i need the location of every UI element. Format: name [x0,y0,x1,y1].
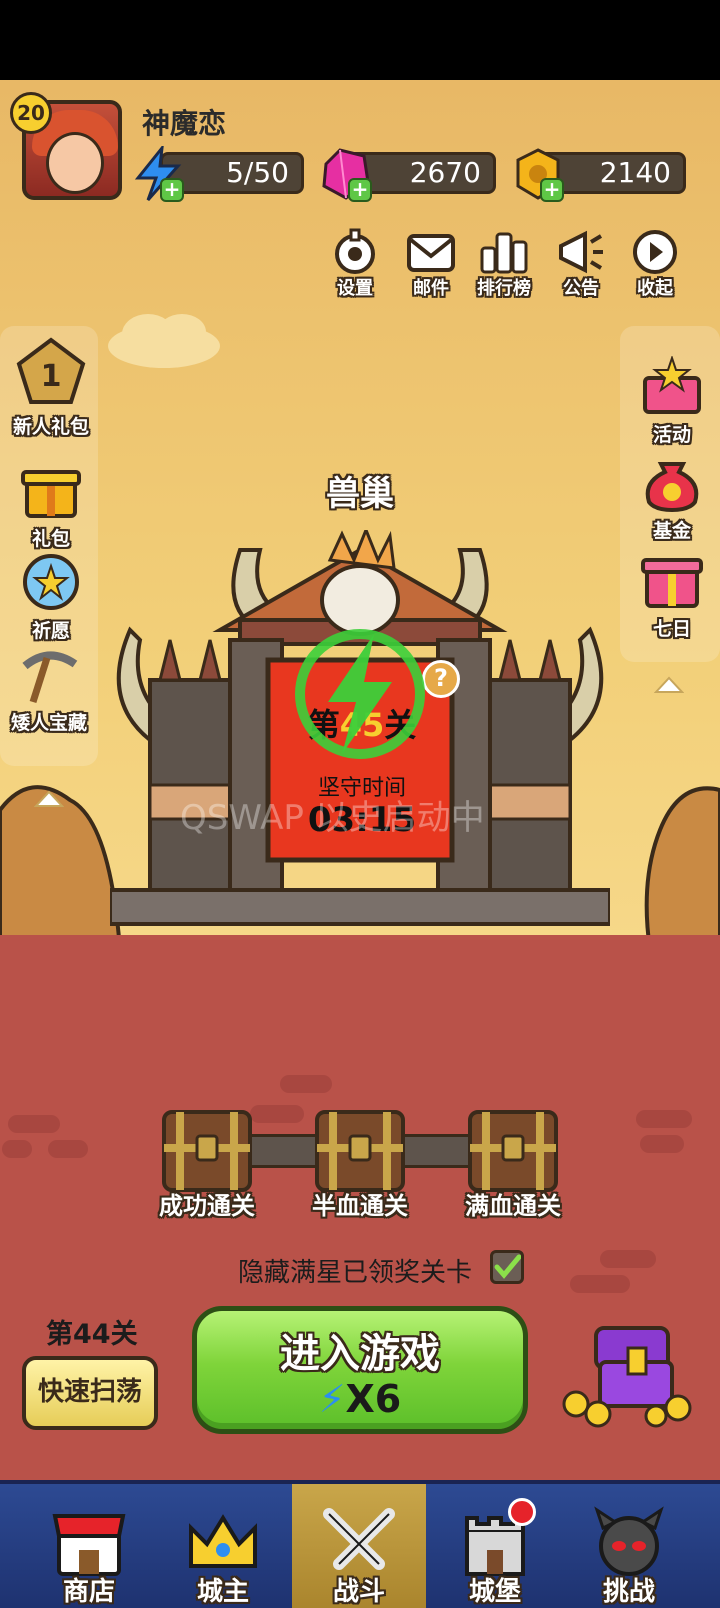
nav-shop-label: 商店 [62,1577,115,1607]
demon-icon [594,1506,664,1576]
newbie-pack-button[interactable]: 1 新人礼包 [6,336,96,439]
events-label: 活动 [652,424,691,446]
bottom-navigation: 商店 城主 战斗 城堡 挑战 [0,1480,720,1608]
seven-day-button[interactable]: 七日 [630,550,714,641]
dwarf-treasure-button[interactable]: 矮人宝藏 [0,648,98,735]
enter-game-cost: ⚡X6 [197,1377,523,1421]
nav-battle-label: 战斗 [332,1577,385,1607]
collapse-button[interactable]: 收起 [622,228,688,299]
wish-label: 祈愿 [31,620,70,642]
dwarf-treasure-label: 矮人宝藏 [10,712,87,734]
star-orb-icon [23,554,79,610]
announcement-button[interactable]: 公告 [548,228,614,299]
fund-label: 基金 [652,520,691,542]
crossed-swords-icon [323,1508,395,1570]
enter-game-cost-value: X6 [345,1377,402,1421]
watermark-text: QSWAP 以史启动中 [180,798,485,838]
nav-lord[interactable]: 城主 [156,1484,290,1608]
nav-shop[interactable]: 商店 [22,1484,156,1608]
chest-success[interactable] [160,1108,254,1194]
play-icon [633,230,677,274]
newbie-pack-label: 新人礼包 [12,416,89,438]
newbie-pack-badge: 1 [41,359,62,394]
cloud-decoration [108,314,220,368]
player-level-badge: 20 [10,92,52,134]
enter-game-button[interactable]: 进入游戏 ⚡X6 [192,1306,528,1434]
previous-stage-label: 第44关 [46,1319,138,1350]
collapse-label: 收起 [637,278,673,299]
collapse-up-right-icon[interactable] [654,676,684,694]
leaderboard-button[interactable]: 排行榜 [468,228,540,299]
gear-icon [335,228,375,274]
treasure-chest-icon[interactable] [556,1318,700,1428]
player-name: 神魔恋 [142,107,227,140]
add-energy-button[interactable]: + [160,178,184,202]
announcement-label: 公告 [563,278,599,299]
gift-pack-label: 礼包 [31,528,70,550]
pickaxe-icon [22,651,78,704]
hide-completed-checkbox[interactable] [490,1250,524,1284]
pentagon-badge-icon: 1 [16,337,86,404]
gift-box-icon [641,558,703,608]
settings-label: 设置 [337,278,373,299]
add-gems-button[interactable]: + [348,178,372,202]
checkmark-icon [494,1254,522,1279]
megaphone-icon [559,230,603,274]
enter-game-label: 进入游戏 [280,1331,440,1377]
add-coins-button[interactable]: + [540,178,564,202]
chest-success-label: 成功通关 [159,1192,255,1220]
chest-half-health-label: 半血通关 [312,1192,408,1220]
quick-sweep-button[interactable]: 快速扫荡 [22,1356,158,1430]
leaderboard-label: 排行榜 [477,278,531,299]
nav-challenge-label: 挑战 [602,1577,655,1607]
nav-lord-label: 城主 [196,1577,249,1607]
nav-castle[interactable]: 城堡 [428,1484,562,1608]
chest-half-health[interactable] [313,1108,407,1194]
events-button[interactable]: 活动 [630,354,714,447]
mail-label: 邮件 [413,278,449,299]
crown-icon [189,1514,257,1568]
seven-day-label: 七日 [652,618,691,640]
nav-challenge[interactable]: 挑战 [562,1484,696,1608]
nav-castle-label: 城堡 [468,1577,521,1607]
rock-right [644,786,720,950]
area-title: 兽巢 [326,474,394,514]
collapse-up-left-icon[interactable] [34,790,64,808]
castle-notification-dot [508,1498,536,1526]
nav-battle[interactable]: 战斗 [292,1484,426,1608]
mail-button[interactable]: 邮件 [398,228,464,299]
settings-button[interactable]: 设置 [322,228,388,299]
shop-icon [52,1514,126,1576]
energy-cost-icon: ⚡ [318,1377,346,1421]
chest-full-health-label: 满血通关 [465,1192,561,1220]
chest-full-health[interactable] [466,1108,560,1194]
hide-completed-label: 隐藏满星已领奖关卡 [238,1258,473,1288]
energy-lightning-icon [295,629,425,759]
wish-button[interactable]: 祈愿 [6,552,96,643]
mail-icon [407,234,455,272]
leaderboard-icon [480,232,528,274]
star-gift-icon [643,354,701,414]
